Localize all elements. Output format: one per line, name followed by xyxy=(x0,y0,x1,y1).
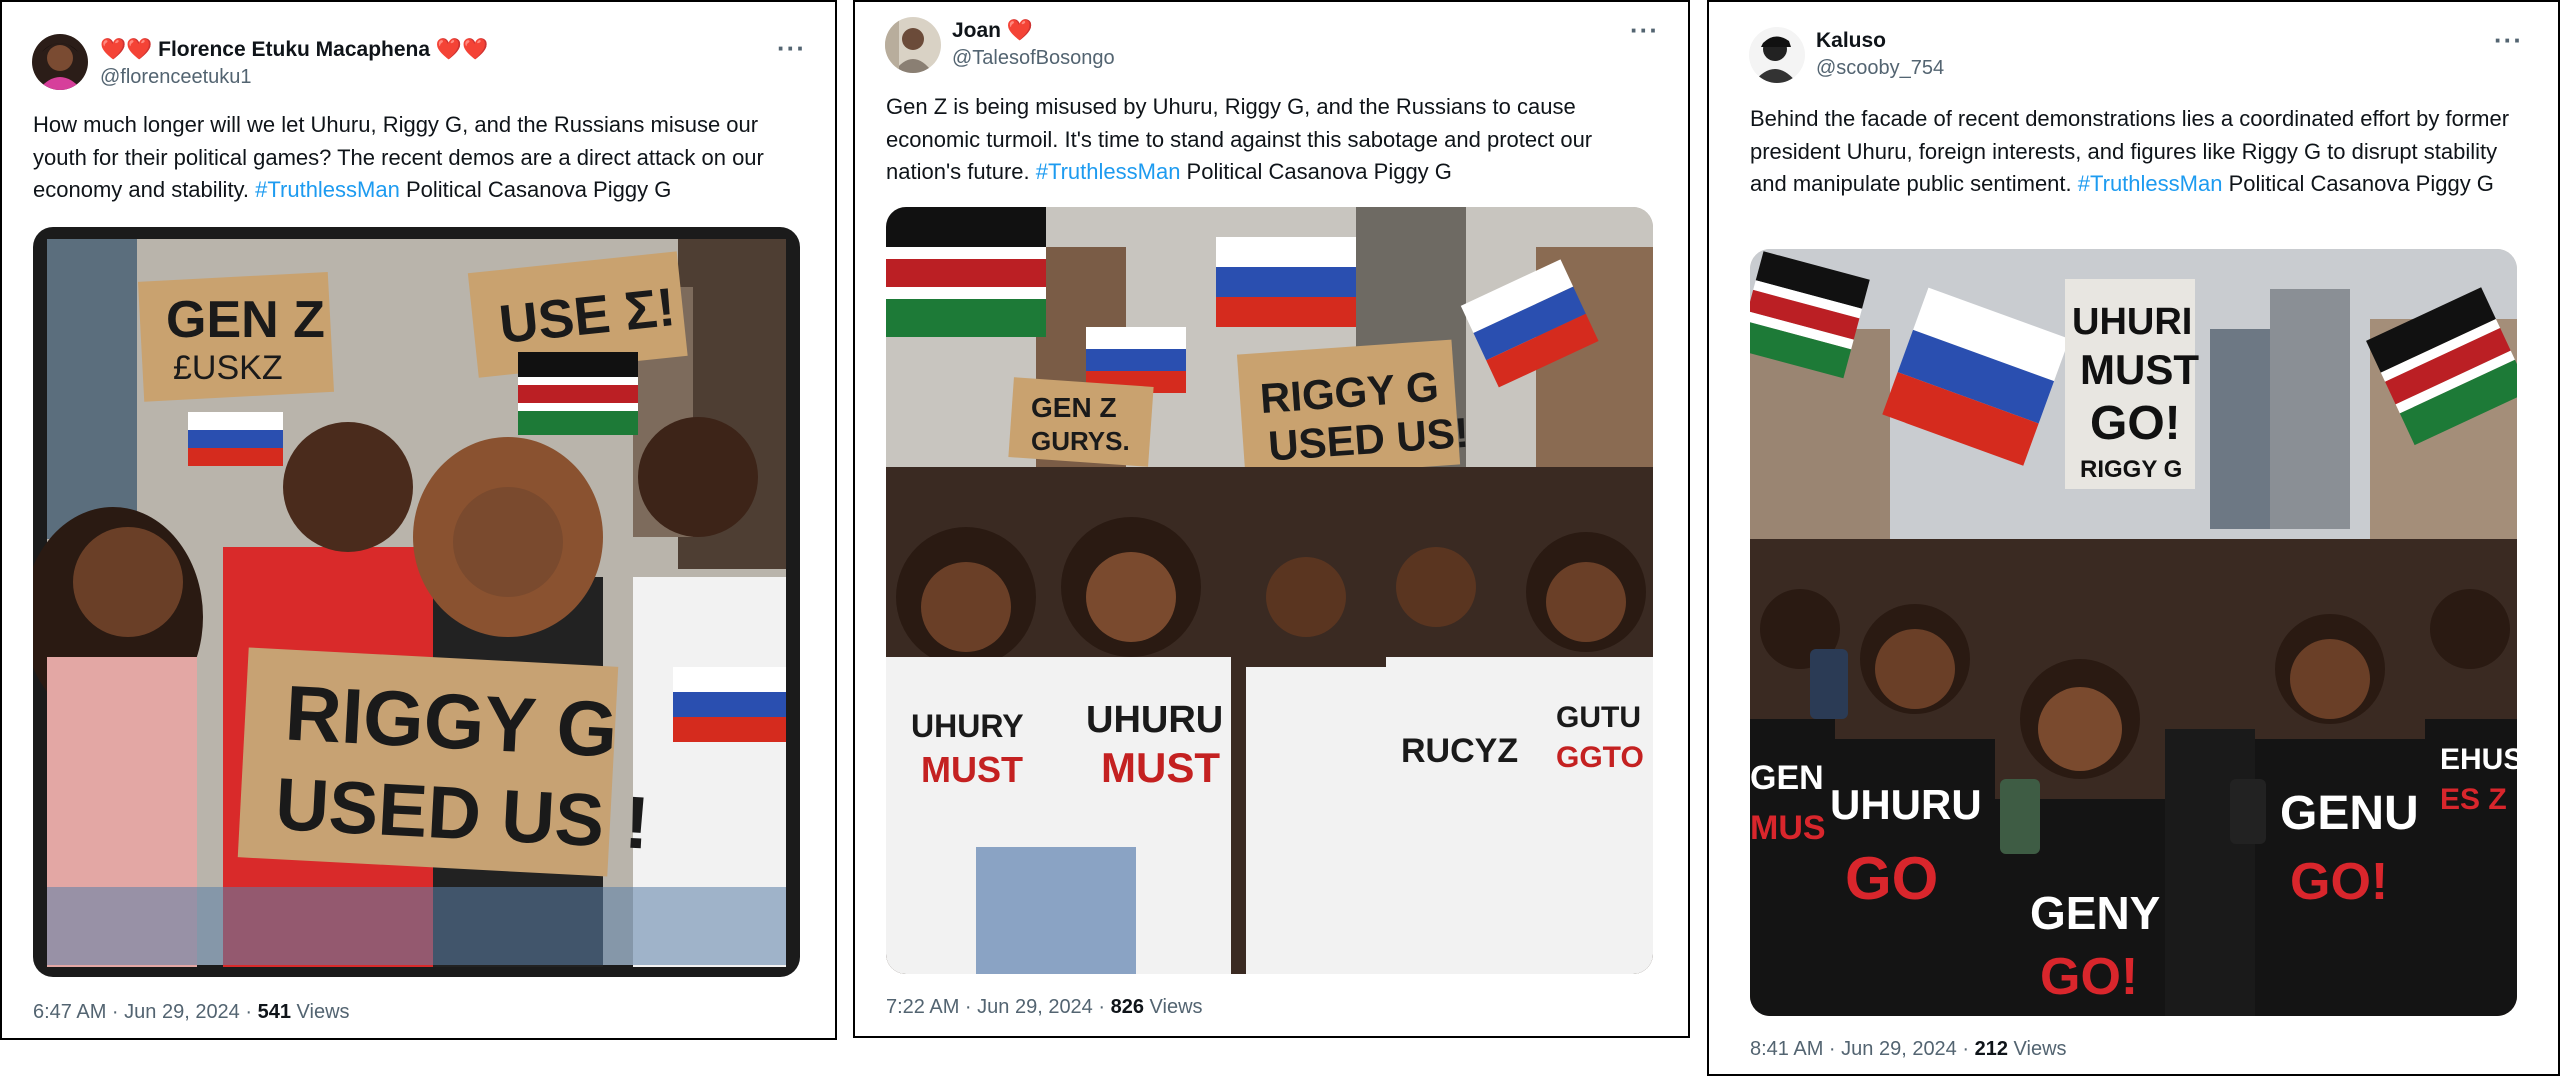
display-name-text: Kaluso xyxy=(1816,29,1887,52)
tweet-text-tail: Political Casanova Piggy G xyxy=(1180,159,1452,184)
display-name[interactable]: Kaluso xyxy=(1816,29,1886,53)
timestamp[interactable]: 8:41 AM · Jun 29, 2024 · xyxy=(1750,1038,1975,1060)
sign-text: GURYS. xyxy=(1031,426,1130,456)
shirt-text: MUST xyxy=(1101,744,1220,791)
hashtag-link[interactable]: #TruthlessMan xyxy=(255,177,400,202)
tweet-text-tail: Political Casanova Piggy G xyxy=(399,177,672,202)
shirt-text: RUCYZ xyxy=(1401,732,1518,770)
hashtag-link[interactable]: #TruthlessMan xyxy=(2078,171,2223,196)
sign-text: GO! xyxy=(2090,397,2181,450)
user-handle[interactable]: @florenceetuku1 xyxy=(100,66,252,89)
tweet-card-2: Joan ❤️ @TalesofBosongo ··· Gen Z is bei… xyxy=(853,0,1690,1038)
more-horizontal-icon[interactable]: ··· xyxy=(777,35,806,61)
views-label: Views xyxy=(2007,1038,2067,1060)
display-name[interactable]: Joan ❤️ xyxy=(952,19,1033,43)
tweet-image[interactable]: GEN Z GURYS. RIGGY G USED US! UHURY MUST… xyxy=(886,207,1653,974)
shirt-text: MUS xyxy=(1750,809,1826,847)
display-name[interactable]: ❤️❤️ Florence Etuku Macaphena ❤️❤️ xyxy=(100,38,488,62)
avatar[interactable] xyxy=(885,17,941,73)
display-name-text: Joan xyxy=(952,19,1002,42)
user-handle[interactable]: @scooby_754 xyxy=(1816,57,1944,80)
view-count: 212 xyxy=(1974,1038,2008,1060)
tweet-card-1: ❤️❤️ Florence Etuku Macaphena ❤️❤️ @flor… xyxy=(0,0,837,1040)
shirt-text: GO xyxy=(1845,845,1938,912)
tweet-text-tail: Political Casanova Piggy G xyxy=(2222,171,2494,196)
heart-emoji: ❤️❤️ xyxy=(100,38,153,61)
tweet-meta: 8:41 AM · Jun 29, 2024 · 212 Views xyxy=(1750,1038,2067,1061)
heart-emoji: ❤️ xyxy=(1006,19,1034,42)
sign-text: RIGGY G xyxy=(283,669,619,774)
shirt-text: GO! xyxy=(2040,948,2138,1006)
views-label: Views xyxy=(290,1001,350,1023)
sign-text: MUST xyxy=(2080,346,2199,393)
sign-text: GEN Z xyxy=(166,291,325,349)
shirt-text: EHUS xyxy=(2440,743,2517,776)
display-name-text: Florence Etuku Macaphena xyxy=(158,38,431,61)
avatar[interactable] xyxy=(32,34,88,90)
more-horizontal-icon[interactable]: ··· xyxy=(2494,27,2523,53)
sign-text: RIGGY G xyxy=(2080,456,2182,483)
shirt-text: GGTO xyxy=(1556,741,1644,774)
tweet-text: Behind the facade of recent demonstratio… xyxy=(1750,103,2525,201)
view-count: 826 xyxy=(1110,996,1144,1018)
tweet-card-3: Kaluso @scooby_754 ··· Behind the facade… xyxy=(1707,0,2560,1076)
avatar[interactable] xyxy=(1749,27,1805,83)
view-count: 541 xyxy=(257,1001,291,1023)
shirt-text: GO! xyxy=(2290,853,2388,911)
shirt-text: MUST xyxy=(921,749,1023,790)
timestamp[interactable]: 7:22 AM · Jun 29, 2024 · xyxy=(886,996,1111,1018)
tweet-image[interactable]: GEN Z £USKZ USE Σ! RIGGY G USED US ! xyxy=(33,227,800,977)
shirt-text: GUTU xyxy=(1556,701,1641,734)
timestamp[interactable]: 6:47 AM · Jun 29, 2024 · xyxy=(33,1001,258,1023)
shirt-text: ES Z xyxy=(2440,783,2507,816)
tweet-meta: 7:22 AM · Jun 29, 2024 · 826 Views xyxy=(886,996,1203,1019)
shirt-text: UHURU xyxy=(1086,699,1223,741)
hashtag-link[interactable]: #TruthlessMan xyxy=(1036,159,1181,184)
shirt-text: UHURY xyxy=(911,708,1024,744)
shirt-text: GEN xyxy=(1750,759,1824,797)
sign-text: UHURI xyxy=(2072,301,2192,343)
shirt-text: UHURU xyxy=(1830,781,1982,828)
tweet-image[interactable]: UHURI MUST GO! RIGGY G UHURU GO GENU GO! xyxy=(1750,249,2517,1016)
user-handle[interactable]: @TalesofBosongo xyxy=(952,47,1115,70)
tweet-text: How much longer will we let Uhuru, Riggy… xyxy=(33,109,808,207)
heart-emoji: ❤️❤️ xyxy=(435,38,489,61)
more-horizontal-icon[interactable]: ··· xyxy=(1630,17,1659,43)
tweet-text: Gen Z is being misused by Uhuru, Riggy G… xyxy=(886,91,1661,189)
views-label: Views xyxy=(1143,996,1203,1018)
shirt-text: GENY xyxy=(2030,887,2160,939)
shirt-text: GENU xyxy=(2280,787,2419,840)
sign-text: £USKZ xyxy=(173,349,283,387)
sign-text: GEN Z xyxy=(1031,392,1117,423)
tweet-meta: 6:47 AM · Jun 29, 2024 · 541 Views xyxy=(33,1001,350,1024)
